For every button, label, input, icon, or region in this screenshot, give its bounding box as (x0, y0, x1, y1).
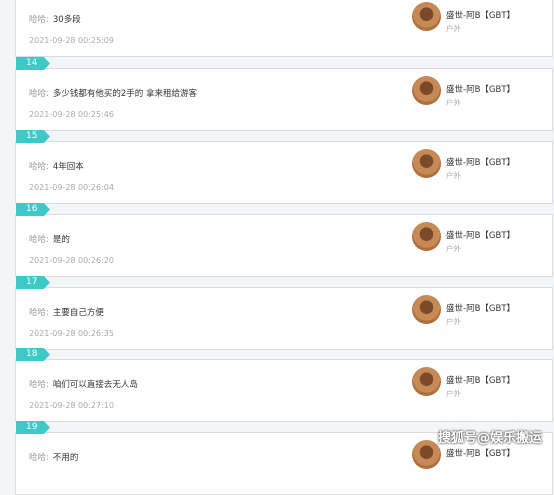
category-label: 户外 (446, 244, 461, 253)
comment-text: 哈哈: 是的 (29, 233, 70, 245)
comment-body: 主要自己方便 (52, 308, 104, 318)
comment-prefix: 哈哈: (29, 308, 49, 318)
entry-number-tab: 17 (16, 276, 50, 289)
comment-timestamp: 2021-09-28 00:25:46 (29, 110, 114, 119)
username[interactable]: 盛世-阿B【GBT】 (446, 83, 515, 95)
comment-prefix: 哈哈: (29, 453, 49, 463)
comment-card: 15 哈哈: 4年回本 2021-09-28 00:26:04 盛世-阿B【GBT… (15, 130, 553, 204)
avatar[interactable] (412, 295, 441, 324)
category-label: 户外 (446, 171, 461, 180)
username[interactable]: 盛世-阿B【GBT】 (446, 156, 515, 168)
comment-timestamp: 2021-09-28 00:26:35 (29, 329, 114, 338)
comment-body: 不用的 (52, 453, 79, 463)
avatar[interactable] (412, 440, 441, 469)
comment-body: 多少钱都有他买的2手的 拿来租给游客 (52, 89, 197, 99)
comment-body: 30多段 (52, 15, 81, 25)
comment-text: 哈哈: 30多段 (29, 13, 81, 25)
username[interactable]: 盛世-阿B【GBT】 (446, 302, 515, 314)
comment-text: 哈哈: 4年回本 (29, 160, 84, 172)
comment-prefix: 哈哈: (29, 162, 49, 172)
avatar[interactable] (412, 149, 441, 178)
comment-card: 14 哈哈: 多少钱都有他买的2手的 拿来租给游客 2021-09-28 00:2… (15, 57, 553, 131)
comment-prefix: 哈哈: (29, 15, 49, 25)
comment-text: 哈哈: 主要自己方便 (29, 306, 104, 318)
category-label: 户外 (446, 389, 461, 398)
comment-body: 是的 (52, 235, 70, 245)
avatar[interactable] (412, 367, 441, 396)
comment-prefix: 哈哈: (29, 235, 49, 245)
entry-number-tab: 19 (16, 421, 50, 434)
comment-timestamp: 2021-09-28 00:26:20 (29, 256, 114, 265)
watermark: 搜狐号@娱乐搬运 (437, 431, 542, 446)
comment-card: 18 哈哈: 咱们可以直接去无人岛 2021-09-28 00:27:10 盛世-… (15, 348, 553, 422)
category-label: 户外 (446, 24, 461, 33)
avatar[interactable] (412, 2, 441, 31)
avatar[interactable] (412, 222, 441, 251)
comment-card: 17 哈哈: 主要自己方便 2021-09-28 00:26:35 盛世-阿B【G… (15, 276, 553, 350)
comment-text: 哈哈: 不用的 (29, 451, 78, 463)
comment-timestamp: 2021-09-28 00:26:04 (29, 183, 114, 192)
comment-card: 哈哈: 30多段 2021-09-28 00:25:09 盛世-阿B【GBT】 户… (15, 0, 553, 57)
comment-timestamp: 2021-09-28 00:27:10 (29, 401, 114, 410)
comment-prefix: 哈哈: (29, 89, 49, 99)
comment-text: 哈哈: 咱们可以直接去无人岛 (29, 378, 138, 390)
comment-text: 哈哈: 多少钱都有他买的2手的 拿来租给游客 (29, 87, 197, 99)
comment-body: 咱们可以直接去无人岛 (52, 380, 138, 390)
comment-prefix: 哈哈: (29, 380, 49, 390)
username[interactable]: 盛世-阿B【GBT】 (446, 229, 515, 241)
avatar[interactable] (412, 76, 441, 105)
entry-number-tab: 15 (16, 130, 50, 143)
entry-number-tab: 18 (16, 348, 50, 361)
username[interactable]: 盛世-阿B【GBT】 (446, 447, 515, 459)
username[interactable]: 盛世-阿B【GBT】 (446, 374, 515, 386)
category-label: 户外 (446, 317, 461, 326)
entry-number-tab: 16 (16, 203, 50, 216)
category-label: 户外 (446, 98, 461, 107)
comment-timestamp: 2021-09-28 00:25:09 (29, 36, 114, 45)
comment-body: 4年回本 (52, 162, 84, 172)
comment-card: 16 哈哈: 是的 2021-09-28 00:26:20 盛世-阿B【GBT】 … (15, 203, 553, 277)
comment-feed: 哈哈: 30多段 2021-09-28 00:25:09 盛世-阿B【GBT】 户… (0, 0, 554, 495)
entry-number-tab: 14 (16, 57, 50, 70)
username[interactable]: 盛世-阿B【GBT】 (446, 9, 515, 21)
